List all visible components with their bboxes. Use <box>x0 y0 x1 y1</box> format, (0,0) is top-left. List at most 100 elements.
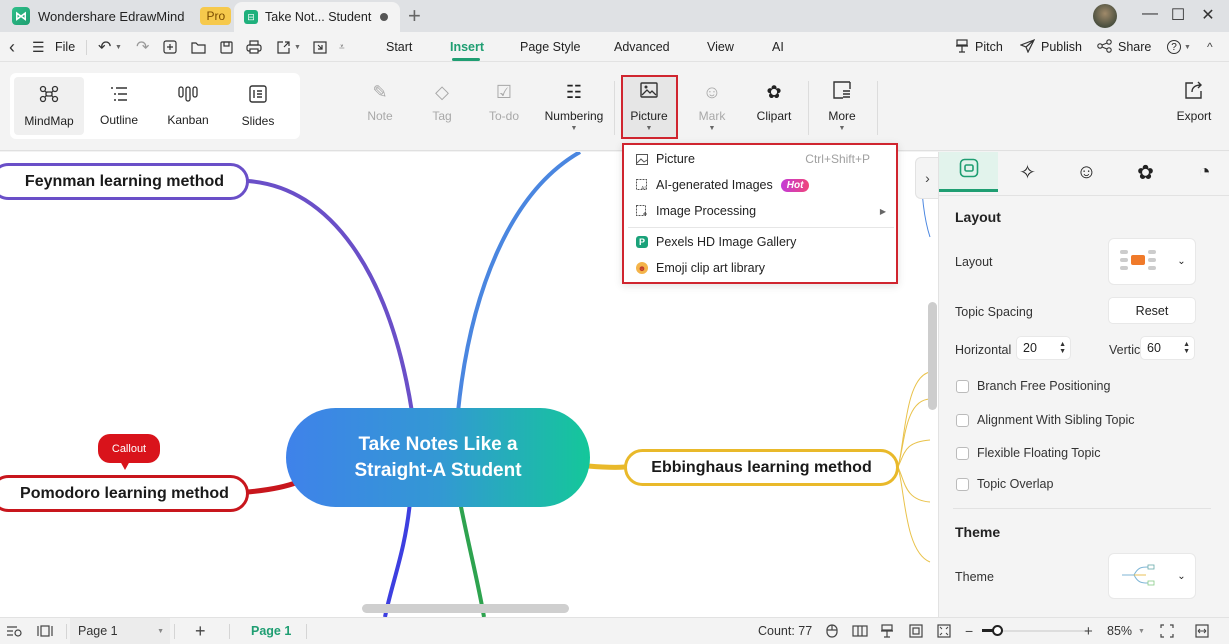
add-page-button[interactable]: + <box>195 618 206 644</box>
horizontal-spacing-stepper[interactable]: 20 ▲ ▼ <box>1016 336 1071 360</box>
picture-button[interactable]: Picture ▼ <box>617 71 681 141</box>
zoom-out-button[interactable]: − <box>965 618 973 644</box>
panel-collapse-button[interactable]: › <box>915 157 939 199</box>
more-button[interactable]: More ▼ <box>810 71 874 141</box>
todo-button[interactable]: ☑ To-do <box>472 71 536 141</box>
print-icon[interactable] <box>246 32 262 62</box>
checkbox[interactable] <box>956 477 969 491</box>
tab-ai[interactable]: AI <box>772 32 784 62</box>
undo-dropdown-icon[interactable]: ▼ <box>115 32 122 62</box>
topic-overlap-checkbox[interactable]: Topic Overlap <box>956 477 1053 491</box>
save-icon[interactable] <box>220 32 233 62</box>
topic-feynman[interactable]: Feynman learning method <box>0 163 249 200</box>
vertical-spacing-stepper[interactable]: 60 ▲ ▼ <box>1140 336 1195 360</box>
central-topic[interactable]: Take Notes Like a Straight-A Student <box>286 408 590 507</box>
user-avatar[interactable] <box>1093 4 1117 28</box>
central-topic-line-2: Straight-A Student <box>354 459 522 481</box>
menu-item-image-processing[interactable]: Image Processing ▶ <box>624 198 896 224</box>
tab-view[interactable]: View <box>707 32 734 62</box>
reset-spacing-button[interactable]: Reset <box>1108 297 1196 324</box>
numbering-button[interactable]: ☷ Numbering ▼ <box>540 71 608 141</box>
zoom-in-button[interactable]: + <box>1084 618 1093 644</box>
help-button[interactable]: ? ▼ <box>1167 32 1191 62</box>
page-select[interactable]: Page 1 ▼ <box>70 618 170 644</box>
branch-free-positioning-checkbox[interactable]: Branch Free Positioning <box>956 379 1110 393</box>
checkbox[interactable] <box>956 413 969 427</box>
collapse-ribbon-icon[interactable]: ^ <box>1207 32 1213 62</box>
mouse-mode-icon[interactable] <box>826 618 838 644</box>
redo-icon[interactable]: ↷ <box>136 32 149 62</box>
page-panel-icon[interactable] <box>37 618 53 644</box>
minimize-button[interactable]: — <box>1140 5 1160 23</box>
topic-ebbinghaus[interactable]: Ebbinghaus learning method <box>624 449 899 486</box>
clipart-button[interactable]: ✿ Clipart <box>742 71 806 141</box>
tab-page-style[interactable]: Page Style <box>520 32 580 62</box>
layout-select[interactable]: ⌄ <box>1108 238 1196 285</box>
more-tools-icon[interactable]: ⩡ <box>339 32 345 62</box>
close-button[interactable]: ✕ <box>1198 5 1218 25</box>
presentation-icon[interactable] <box>880 618 894 644</box>
maximize-button[interactable]: ☐ <box>1168 5 1188 25</box>
hamburger-menu-icon[interactable]: ☰ <box>32 32 45 62</box>
open-folder-icon[interactable] <box>191 32 206 62</box>
view-kanban-button[interactable]: Kanban <box>153 77 223 135</box>
checkbox[interactable] <box>956 379 969 393</box>
export-dropdown-icon[interactable]: ▼ <box>294 32 301 62</box>
menu-item-emoji-clipart[interactable]: ☻ Emoji clip art library <box>624 255 896 281</box>
panel-tab-layout[interactable] <box>939 152 998 192</box>
tag-button[interactable]: ◇ Tag <box>410 71 474 141</box>
panel-tab-ai-style[interactable]: ✧ <box>998 152 1057 192</box>
flexible-floating-checkbox[interactable]: Flexible Floating Topic <box>956 446 1100 460</box>
new-file-icon[interactable] <box>163 32 177 62</box>
undo-icon[interactable]: ↶ <box>98 32 111 62</box>
callout-bubble[interactable]: Callout <box>98 434 160 463</box>
panel-tab-history[interactable]: ◔ <box>1175 152 1229 192</box>
document-tab[interactable]: ⊟ Take Not... Student <box>234 2 400 32</box>
export-button[interactable]: Export <box>1162 71 1226 141</box>
panel-tab-clipart[interactable]: ✿ <box>1116 152 1175 192</box>
pitch-button[interactable]: Pitch <box>955 32 1003 62</box>
page-tab-active[interactable]: Page 1 <box>251 618 291 644</box>
outline-view-icon[interactable] <box>6 618 22 644</box>
checkbox[interactable] <box>956 446 969 460</box>
view-outline-button[interactable]: Outline <box>84 77 154 135</box>
export-label: Export <box>1176 109 1212 123</box>
horizontal-scrollbar[interactable] <box>362 604 569 613</box>
menu-item-label: Picture <box>656 152 695 166</box>
menu-item-picture[interactable]: Picture Ctrl+Shift+P <box>624 146 896 172</box>
share-button[interactable]: Share <box>1097 32 1151 62</box>
note-button[interactable]: ✎ Note <box>348 71 412 141</box>
publish-button[interactable]: Publish <box>1019 32 1082 62</box>
zoom-slider-handle[interactable] <box>991 625 1003 636</box>
topic-pomodoro[interactable]: Pomodoro learning method <box>0 475 249 512</box>
new-tab-button[interactable]: + <box>408 4 421 28</box>
view-slides-button[interactable]: Slides <box>223 77 293 135</box>
alignment-sibling-checkbox[interactable]: Alignment With Sibling Topic <box>956 413 1134 427</box>
stepper-arrows-icon[interactable]: ▲ ▼ <box>1183 341 1190 355</box>
menu-item-pexels-gallery[interactable]: P Pexels HD Image Gallery <box>624 229 896 255</box>
zoom-slider-track[interactable] <box>993 630 1088 632</box>
stepper-arrows-icon[interactable]: ▲ ▼ <box>1059 341 1066 355</box>
fullscreen-icon[interactable] <box>1160 618 1174 644</box>
fit-page-icon[interactable] <box>909 618 923 644</box>
fit-width-icon[interactable] <box>1195 618 1209 644</box>
panel-tab-mark[interactable]: ☺ <box>1057 152 1116 192</box>
import-icon[interactable] <box>313 32 327 62</box>
menu-item-ai-generated-images[interactable]: AI AI-generated Images Hot <box>624 172 896 198</box>
app-tab[interactable]: ⋈ Wondershare EdrawMind Pro <box>0 0 232 32</box>
tab-advanced[interactable]: Advanced <box>614 32 670 62</box>
back-icon[interactable]: ‹ <box>9 32 15 62</box>
mark-button[interactable]: ☺ Mark ▼ <box>680 71 744 141</box>
vertical-scrollbar[interactable] <box>928 302 937 410</box>
theme-select[interactable]: ⌄ <box>1108 553 1196 599</box>
export-icon <box>1185 81 1203 103</box>
unsaved-dot-icon[interactable] <box>380 13 388 21</box>
zoom-level-select[interactable]: 85% ▼ <box>1107 618 1145 644</box>
file-menu[interactable]: File <box>55 32 75 62</box>
view-mindmap-button[interactable]: MindMap <box>14 77 84 135</box>
book-view-icon[interactable] <box>852 618 868 644</box>
pro-badge[interactable]: Pro <box>200 7 232 25</box>
tab-start[interactable]: Start <box>386 32 412 62</box>
fullscreen-canvas-icon[interactable] <box>937 618 951 644</box>
export-share-icon[interactable] <box>276 32 291 62</box>
